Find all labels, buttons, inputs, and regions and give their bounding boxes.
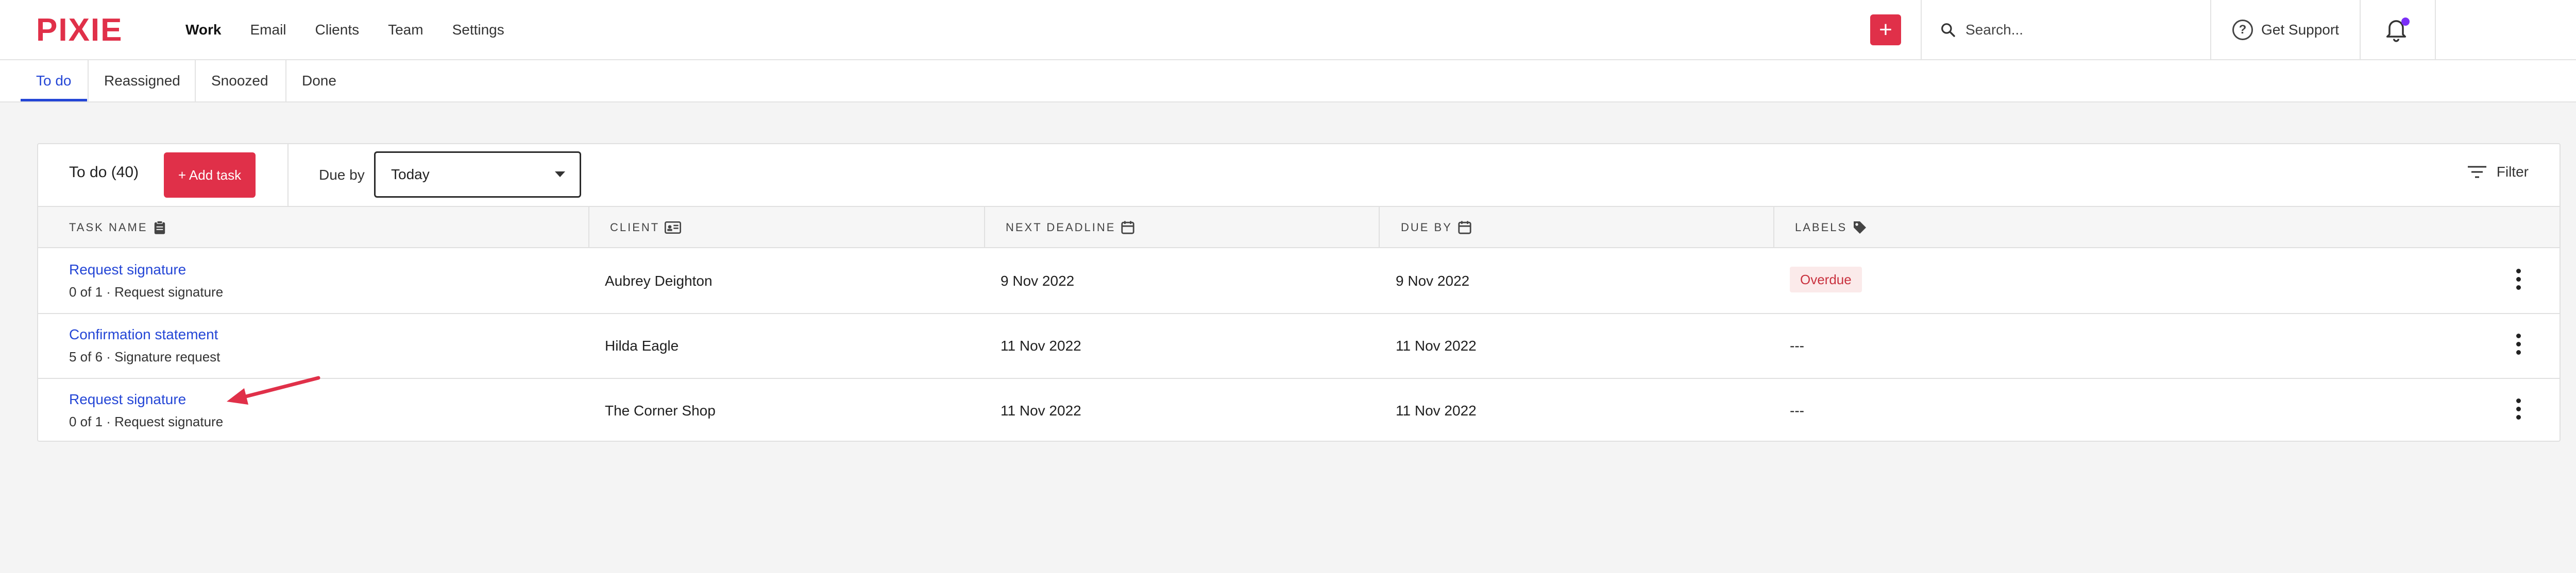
help-icon: ? [2232,20,2253,40]
tag-icon [1854,221,1867,234]
calendar-icon [1121,221,1135,234]
filter-label: Filter [2496,164,2529,180]
due-by-value: Today [391,166,430,182]
labels-cell: --- [1790,403,1804,419]
get-support-button[interactable]: ? Get Support [2232,15,2339,44]
column-divider [1773,207,1774,248]
filter-icon [2467,166,2486,178]
divider [287,144,289,206]
due-by-cell: 11 Nov 2022 [1396,338,1477,354]
notifications-button[interactable] [2383,15,2412,44]
task-name-link[interactable]: Confirmation statement [69,326,218,343]
due-by-cell: 9 Nov 2022 [1396,273,1470,289]
filter-button[interactable]: Filter [2467,164,2529,180]
nav-clients[interactable]: Clients [315,22,360,38]
search-icon [1941,23,1955,37]
divider [2210,0,2211,59]
search-box[interactable] [1940,15,2197,44]
quick-add-button[interactable]: + [1870,14,1901,45]
table-header: TASK NAME CLIENT NEXT DEADLINE DUE BY LA… [38,207,2560,248]
divider [2435,0,2436,59]
column-next-deadline[interactable]: NEXT DEADLINE [1006,207,1135,248]
due-by-label: Due by [319,167,365,183]
id-card-icon [665,221,682,234]
row-menu-kebab-icon[interactable] [2514,269,2522,293]
todo-card: To do (40) + Add task Due by Today Filte… [37,143,2561,442]
labels-cell: --- [1790,338,1804,354]
tab-reassigned[interactable]: Reassigned [89,60,196,101]
column-divider [588,207,589,248]
calendar-icon [1458,221,1471,234]
nav-work[interactable]: Work [185,22,222,38]
task-progress: 0 of 1 · Request signature [69,414,224,429]
column-client[interactable]: CLIENT [610,207,682,248]
nav-team[interactable]: Team [388,22,423,38]
tab-snoozed[interactable]: Snoozed [196,60,284,101]
column-task-name[interactable]: TASK NAME [69,207,166,248]
next-deadline-cell: 11 Nov 2022 [1001,338,1081,354]
pixie-logo[interactable]: PIXIE [36,11,123,48]
task-progress: 5 of 6 · Signature request [69,349,221,364]
card-header: To do (40) + Add task Due by Today Filte… [38,144,2560,207]
due-by-cell: 11 Nov 2022 [1396,403,1477,419]
nav-email[interactable]: Email [250,22,286,38]
column-divider [1379,207,1380,248]
next-deadline-cell: 9 Nov 2022 [1001,273,1075,289]
chevron-down-icon [555,171,565,177]
column-labels[interactable]: LABELS [1795,207,1868,248]
annotation-arrow-icon [227,376,320,405]
add-task-button[interactable]: + Add task [164,152,256,198]
get-support-label: Get Support [2261,22,2339,38]
divider [2360,0,2361,59]
nav-settings[interactable]: Settings [452,22,504,38]
clipboard-icon [154,220,165,234]
task-name-link[interactable]: Request signature [69,262,186,278]
divider [1921,0,1922,59]
column-divider [984,207,985,248]
todo-count-title: To do (40) [69,164,139,181]
tab-to-do[interactable]: To do [21,60,87,101]
client-cell: Hilda Eagle [605,338,679,354]
table-row[interactable]: Confirmation statement 5 of 6 · Signatur… [38,314,2560,379]
due-by-select[interactable]: Today [374,151,581,198]
main-nav: Work Email Clients Team Settings [185,0,533,59]
tab-done[interactable]: Done [286,60,352,101]
column-due-by[interactable]: DUE BY [1401,207,1472,248]
notification-dot [2401,18,2410,26]
top-navigation-bar: PIXIE Work Email Clients Team Settings +… [0,0,2576,60]
next-deadline-cell: 11 Nov 2022 [1001,403,1081,419]
client-cell: Aubrey Deighton [605,273,713,289]
table-row[interactable]: Request signature 0 of 1 · Request signa… [38,249,2560,314]
row-menu-kebab-icon[interactable] [2514,334,2522,358]
overdue-badge: Overdue [1790,267,1862,292]
row-menu-kebab-icon[interactable] [2514,398,2522,423]
task-tabs: To do Reassigned Snoozed Done [0,60,2576,102]
task-name-link[interactable]: Request signature [69,391,186,408]
task-progress: 0 of 1 · Request signature [69,284,224,300]
search-input[interactable] [1965,22,2182,38]
client-cell: The Corner Shop [605,403,716,419]
table-row[interactable]: Request signature 0 of 1 · Request signa… [38,379,2560,444]
